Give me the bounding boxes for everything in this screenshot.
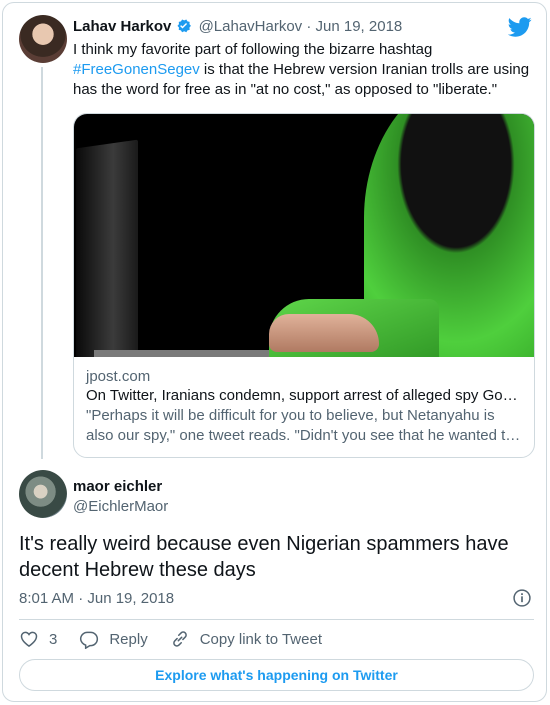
tweet-actions: 3 Reply Copy link to Tweet — [19, 628, 344, 650]
link-description: "Perhaps it will be difficult for you to… — [86, 407, 521, 444]
link-domain: jpost.com — [86, 368, 151, 385]
link-title: On Twitter, Iranians condemn, support ar… — [86, 387, 518, 404]
link-preview-image — [74, 114, 534, 357]
link-icon — [172, 631, 187, 647]
thread-connector-line — [41, 67, 43, 459]
tweet-text: I think my favorite part of following th… — [73, 40, 533, 100]
twitter-bird-icon[interactable] — [508, 15, 532, 39]
tweet-text: It's really weird because even Nigerian … — [19, 533, 509, 581]
tweet-date[interactable]: Jun 19, 2018 — [316, 18, 403, 35]
hashtag-link[interactable]: #FreeGonenSegev — [73, 61, 200, 78]
tweet-header: Lahav Harkov @LahavHarkov · Jun 19, 2018 — [73, 17, 402, 37]
header-separator: · — [306, 18, 312, 35]
link-preview-text: jpost.com On Twitter, Iranians condemn, … — [74, 357, 534, 446]
divider — [19, 619, 534, 620]
laptop-screen-shape — [76, 139, 138, 357]
info-icon[interactable] — [512, 588, 532, 608]
avatar[interactable] — [19, 470, 67, 518]
author-name[interactable]: Lahav Harkov — [73, 18, 171, 35]
like-button[interactable]: 3 — [19, 629, 57, 649]
avatar[interactable] — [19, 15, 67, 63]
link-preview-card[interactable]: jpost.com On Twitter, Iranians condemn, … — [73, 113, 535, 458]
explore-twitter-button[interactable]: Explore what's happening on Twitter — [19, 659, 534, 691]
verified-badge-icon — [177, 19, 192, 33]
hand-shape — [269, 314, 379, 352]
copy-link-label: Copy link to Tweet — [199, 630, 322, 648]
like-count: 3 — [49, 630, 58, 648]
tweet-text-start: I think my favorite part of following th… — [73, 41, 433, 58]
heart-icon — [20, 631, 38, 647]
author-handle[interactable]: @LahavHarkov — [199, 18, 303, 35]
reply-bubble-icon — [80, 631, 99, 649]
tweet-timestamp[interactable]: 8:01 AM · Jun 19, 2018 — [19, 589, 174, 609]
copy-link-button[interactable]: Copy link to Tweet — [170, 629, 322, 649]
author-name[interactable]: maor eichler — [73, 477, 162, 497]
reply-label: Reply — [109, 630, 148, 648]
author-handle[interactable]: @EichlerMaor — [73, 497, 168, 517]
tweet-embed-card: Lahav Harkov @LahavHarkov · Jun 19, 2018… — [2, 2, 547, 702]
reply-button[interactable]: Reply — [79, 629, 148, 649]
